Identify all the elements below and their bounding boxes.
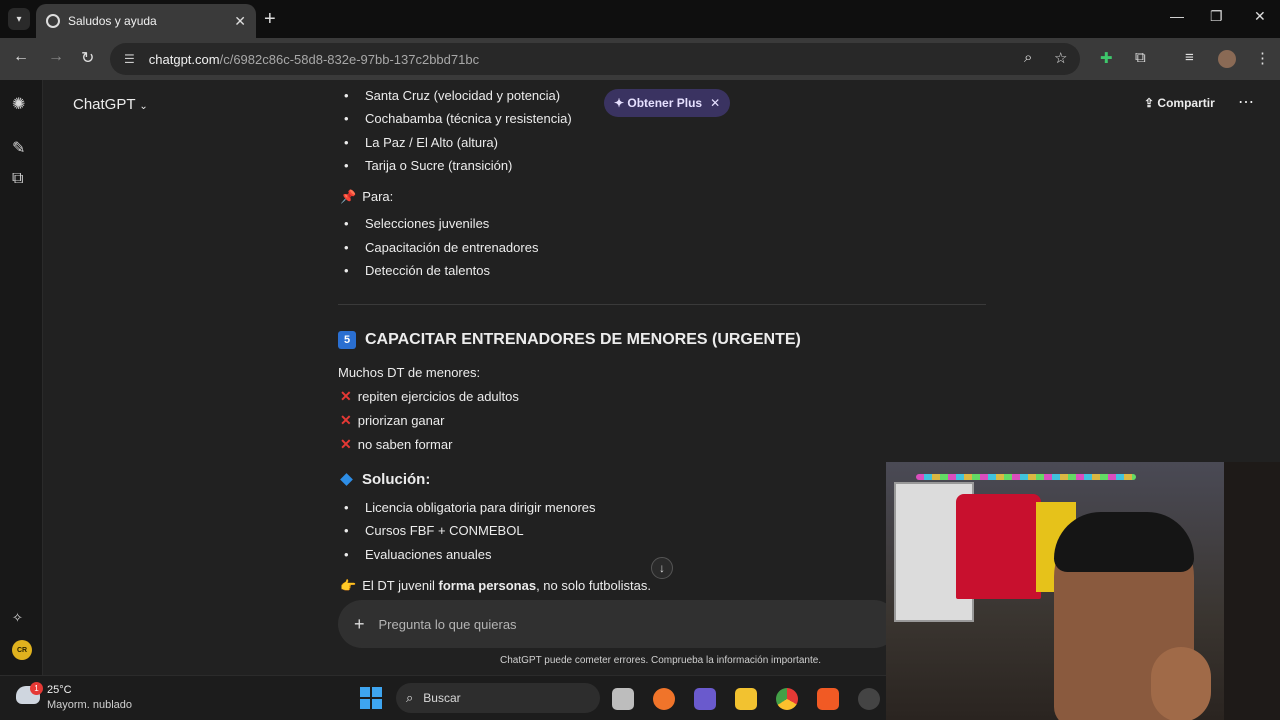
close-icon[interactable]: ✕ bbox=[710, 96, 720, 110]
section-divider bbox=[338, 304, 986, 305]
firefox-icon[interactable] bbox=[653, 688, 675, 710]
new-chat-icon[interactable]: ✎ bbox=[12, 138, 25, 158]
more-options-icon[interactable]: ⋯ bbox=[1238, 92, 1254, 112]
zoom-icon[interactable]: ⌕ bbox=[1024, 49, 1032, 66]
bookmark-star-icon[interactable]: ☆ bbox=[1054, 49, 1067, 67]
user-avatar[interactable]: CR bbox=[12, 640, 32, 660]
search-icon: ⌕ bbox=[406, 690, 414, 705]
brave-icon[interactable] bbox=[817, 688, 839, 710]
webcam-dark-edge bbox=[1224, 462, 1280, 720]
restore-icon[interactable]: ❐ bbox=[1210, 8, 1223, 25]
problem-item: ✕ repiten ejercicios de adultos bbox=[340, 388, 519, 404]
tab-close-icon[interactable]: ✕ bbox=[234, 13, 246, 30]
list-item: Capacitación de entrenadores bbox=[344, 240, 538, 255]
close-window-icon[interactable]: ✕ bbox=[1254, 8, 1266, 25]
taskbar-search-label: Buscar bbox=[423, 691, 461, 705]
teams-icon[interactable] bbox=[694, 688, 716, 710]
intro-text: Muchos DT de menores: bbox=[338, 365, 481, 380]
section-heading: 5 CAPACITAR ENTRENADORES DE MENORES (URG… bbox=[338, 331, 801, 349]
forward-arrow-icon[interactable]: → bbox=[48, 48, 64, 66]
share-button[interactable]: ⇪ Compartir bbox=[1144, 96, 1215, 110]
taskbar-search[interactable]: ⌕ Buscar bbox=[396, 683, 600, 713]
webcam-person-hand bbox=[1151, 647, 1211, 720]
model-title: ChatGPT bbox=[73, 96, 136, 113]
new-tab-plus-icon[interactable]: + bbox=[264, 8, 276, 30]
solution-title: Solución: bbox=[362, 471, 431, 488]
para-label: Para: bbox=[362, 189, 394, 204]
pushpin-icon: 📌 bbox=[340, 189, 357, 204]
browser-tab-active[interactable]: Saludos y ayuda ✕ bbox=[36, 4, 256, 38]
weather-temperature[interactable]: 25°C bbox=[47, 684, 72, 696]
upgrade-sparkle-icon[interactable]: ✧ bbox=[12, 610, 23, 626]
problem-item: ✕ no saben formar bbox=[340, 436, 453, 452]
url-path: /c/6982c86c-58d8-832e-97bb-137c2bbd71bc bbox=[219, 51, 480, 67]
pointing-hand-icon: 👉 bbox=[340, 578, 357, 593]
site-info-icon[interactable]: ☰ bbox=[124, 52, 135, 66]
tab-search-chevron-icon[interactable]: ▾ bbox=[8, 8, 30, 30]
list-item: Evaluaciones anuales bbox=[344, 547, 491, 562]
openai-logo-icon[interactable]: ✺ bbox=[12, 94, 25, 114]
problem-item: ✕ priorizan ganar bbox=[340, 412, 445, 428]
media-controls-icon[interactable]: ≡ bbox=[1185, 49, 1194, 66]
scroll-down-arrow-icon[interactable]: ↓ bbox=[651, 557, 673, 579]
share-icon: ⇪ bbox=[1144, 96, 1155, 110]
browser-menu-icon[interactable]: ⋮ bbox=[1255, 49, 1270, 67]
list-item: Detección de talentos bbox=[344, 263, 490, 278]
profile-avatar[interactable] bbox=[1218, 50, 1236, 68]
keycap-number-icon: 5 bbox=[338, 331, 356, 349]
weather-description[interactable]: Mayorm. nublado bbox=[47, 699, 132, 711]
section-title: CAPACITAR ENTRENADORES DE MENORES (URGEN… bbox=[365, 331, 801, 348]
list-item: La Paz / El Alto (altura) bbox=[344, 135, 498, 150]
tab-title: Saludos y ayuda bbox=[68, 14, 157, 28]
list-item: Cursos FBF + CONMEBOL bbox=[344, 523, 524, 538]
red-x-icon: ✕ bbox=[340, 412, 352, 428]
reload-icon[interactable]: ↻ bbox=[81, 48, 94, 68]
chatgpt-favicon-icon bbox=[46, 14, 60, 28]
model-selector[interactable]: ChatGPT ⌄ bbox=[73, 96, 148, 113]
solution-heading: Solución: bbox=[338, 471, 430, 488]
webcam-string-lights bbox=[916, 474, 1136, 480]
list-item: Selecciones juveniles bbox=[344, 216, 489, 231]
chevron-down-icon: ⌄ bbox=[139, 101, 148, 112]
file-explorer-icon[interactable] bbox=[735, 688, 757, 710]
composer: + bbox=[338, 600, 898, 648]
start-windows-icon[interactable] bbox=[360, 687, 382, 709]
get-plus-label: ✦ Obtener Plus bbox=[614, 96, 703, 110]
share-label: Compartir bbox=[1157, 96, 1215, 110]
webcam-red-jersey bbox=[956, 494, 1041, 599]
address-bar[interactable]: ☰ chatgpt.com/c/6982c86c-58d8-832e-97bb-… bbox=[110, 43, 1080, 75]
red-x-icon: ✕ bbox=[340, 388, 352, 404]
blue-diamond-icon bbox=[340, 473, 353, 486]
list-item: Licencia obligatoria para dirigir menore… bbox=[344, 500, 596, 515]
webcam-person-hair bbox=[1054, 512, 1194, 572]
list-item: Santa Cruz (velocidad y potencia) bbox=[344, 88, 560, 103]
left-rail: ✺ ✎ ⧉ ✧ CR bbox=[0, 80, 43, 675]
back-arrow-icon[interactable]: ← bbox=[13, 48, 29, 66]
webcam-overlay bbox=[886, 462, 1280, 720]
minimize-icon[interactable]: — bbox=[1170, 8, 1184, 24]
url-host: chatgpt.com bbox=[148, 51, 220, 67]
windows-taskbar: 1 25°C Mayorm. nublado ⌕ Buscar bbox=[0, 675, 886, 720]
list-item: Tarija o Sucre (transición) bbox=[344, 158, 512, 173]
settings-gear-icon[interactable] bbox=[858, 688, 880, 710]
list-item: Cochabamba (técnica y resistencia) bbox=[344, 111, 572, 126]
task-view-icon[interactable] bbox=[612, 688, 634, 710]
para-line: 📌 Para: bbox=[340, 189, 393, 205]
browser-toolbar: ← → ↻ ☰ chatgpt.com/c/6982c86c-58d8-832e… bbox=[0, 38, 1280, 80]
prompt-input[interactable] bbox=[378, 616, 839, 632]
extensions-icon[interactable]: ⧉ bbox=[1135, 49, 1146, 66]
attach-plus-icon[interactable]: + bbox=[354, 614, 365, 635]
closing-line: 👉 El DT juvenil forma personas, no solo f… bbox=[340, 578, 651, 593]
red-x-icon: ✕ bbox=[340, 436, 352, 452]
browser-tabstrip: ▾ Saludos y ayuda ✕ + — ❐ ✕ bbox=[0, 0, 1280, 38]
get-plus-button[interactable]: ✦ Obtener Plus ✕ bbox=[604, 89, 731, 117]
chrome-icon[interactable] bbox=[776, 688, 798, 710]
weather-badge: 1 bbox=[30, 682, 43, 695]
library-icon[interactable]: ⧉ bbox=[12, 170, 23, 188]
extension-puzzle-green-icon[interactable]: ✚ bbox=[1100, 49, 1113, 67]
disclaimer-text: ChatGPT puede cometer errores. Comprueba… bbox=[500, 655, 822, 666]
